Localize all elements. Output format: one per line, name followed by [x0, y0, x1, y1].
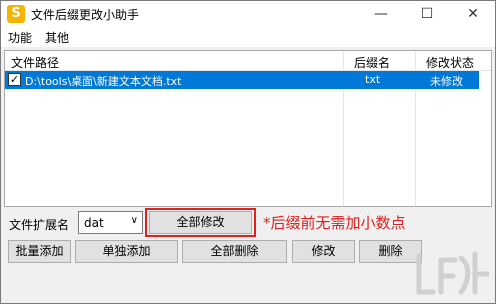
cell-suffix: txt: [365, 73, 381, 86]
row-checkbox[interactable]: ✓: [8, 73, 21, 86]
single-add-button[interactable]: 单独添加: [75, 240, 178, 263]
apply-all-button[interactable]: 全部修改: [149, 211, 252, 234]
extension-select-value: dat: [84, 216, 104, 230]
extension-label: 文件扩展名: [9, 218, 70, 232]
batch-add-button[interactable]: 批量添加: [8, 240, 71, 263]
file-list[interactable]: 文件路径 后缀名 修改状态 ✓ D:\tools\桌面\新建文本文档.txt t…: [4, 50, 492, 207]
watermark-logo: [416, 251, 490, 295]
app-icon: S: [7, 5, 25, 23]
cell-path: D:\tools\桌面\新建文本文档.txt: [25, 75, 182, 88]
menu-bar: 功能 其他: [1, 27, 495, 47]
column-header-path[interactable]: 文件路径: [11, 54, 59, 71]
extension-select[interactable]: dat ∨: [78, 211, 143, 234]
menu-other[interactable]: 其他: [45, 29, 69, 46]
window-title: 文件后缀更改小助手: [31, 8, 140, 22]
menu-function[interactable]: 功能: [8, 29, 32, 46]
table-row[interactable]: ✓ D:\tools\桌面\新建文本文档.txt txt 未修改: [5, 71, 479, 89]
list-header: 文件路径 后缀名 修改状态: [5, 51, 491, 71]
app-window: S 文件后缀更改小助手 — ☐ ✕ 功能 其他 文件路径 后缀名 修改状态 ✓ …: [0, 0, 496, 304]
modify-button[interactable]: 修改: [292, 240, 355, 263]
maximize-button[interactable]: ☐: [405, 1, 449, 27]
chevron-down-icon[interactable]: ∨: [131, 215, 138, 226]
close-button[interactable]: ✕: [451, 1, 495, 27]
minimize-button[interactable]: —: [359, 1, 403, 27]
suffix-note: *后缀前无需加小数点: [263, 214, 406, 232]
column-header-suffix[interactable]: 后缀名: [354, 54, 390, 71]
cell-status: 未修改: [430, 75, 463, 88]
title-bar[interactable]: S 文件后缀更改小助手 — ☐ ✕: [1, 1, 495, 27]
delete-all-button[interactable]: 全部删除: [182, 240, 287, 263]
list-blank-area: [479, 71, 491, 206]
column-header-status[interactable]: 修改状态: [426, 54, 474, 71]
